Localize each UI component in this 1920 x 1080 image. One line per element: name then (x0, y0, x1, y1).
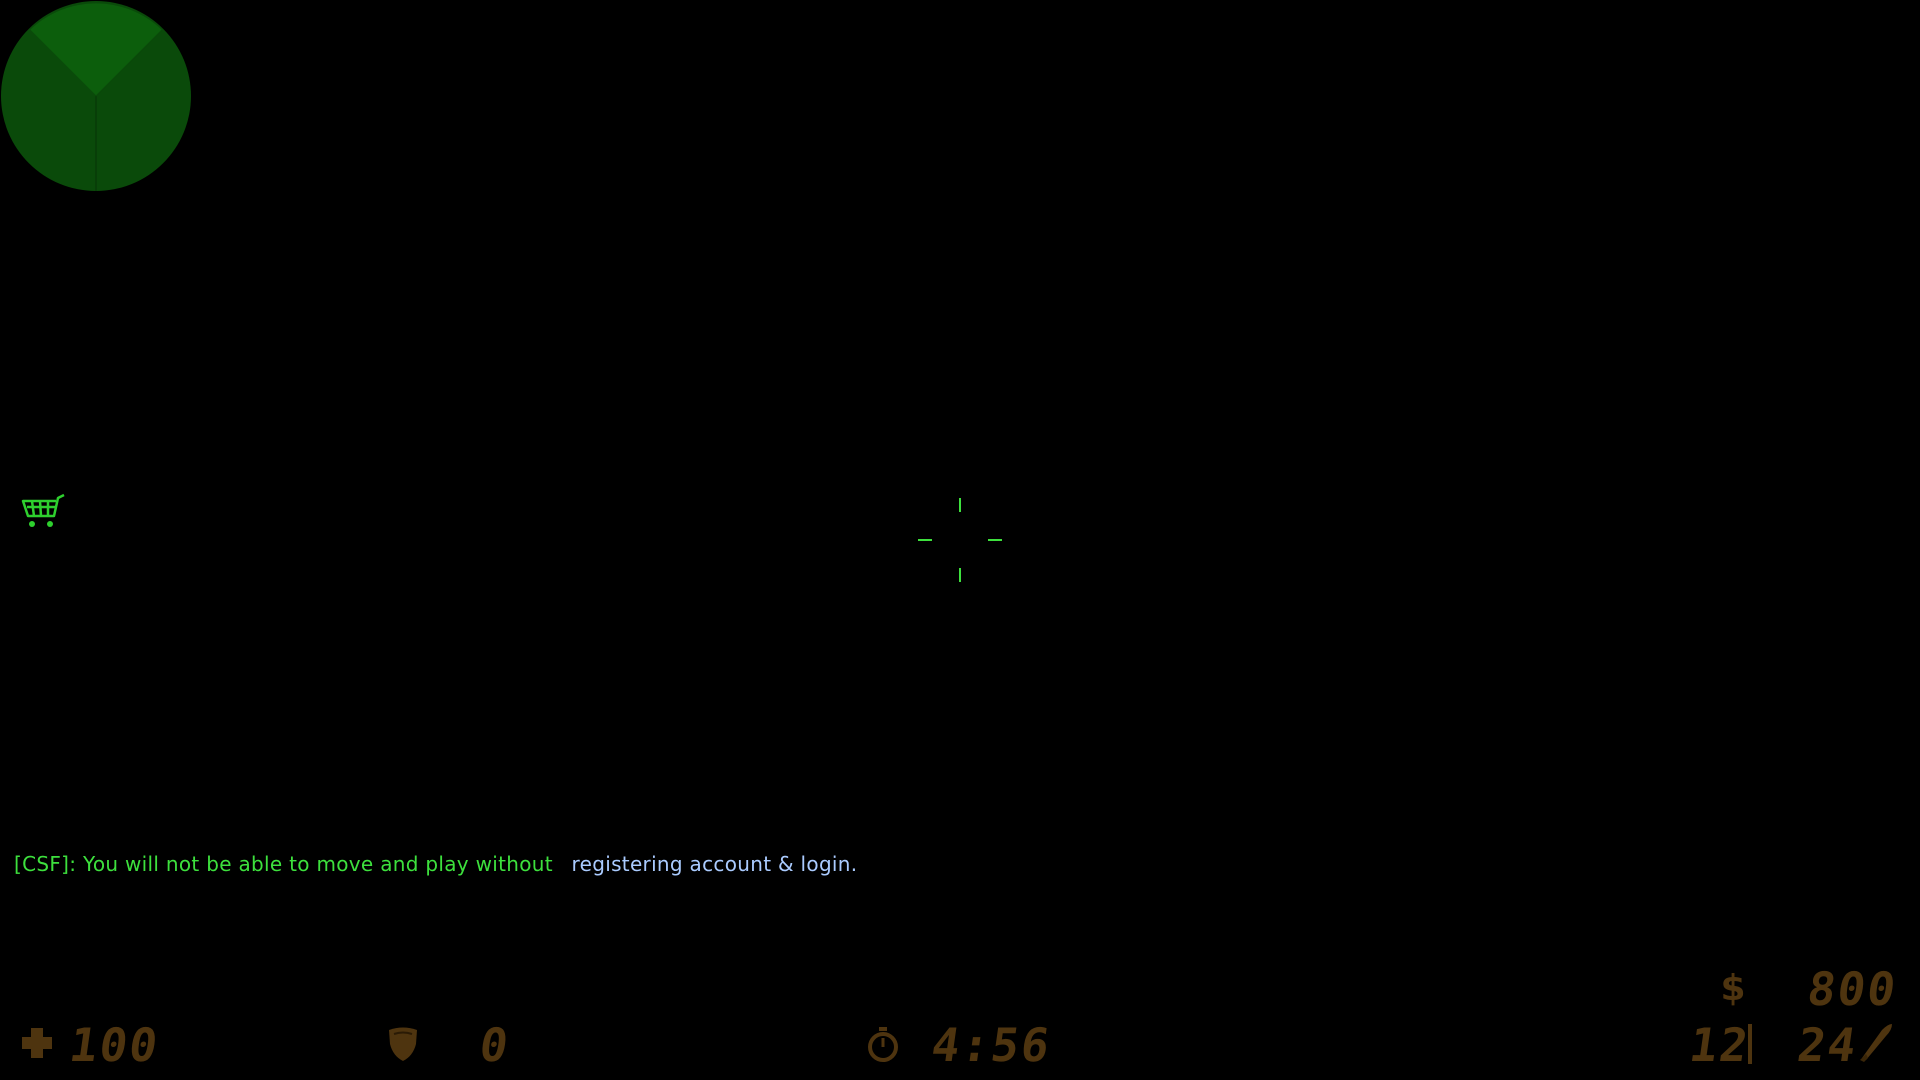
dollar-icon: $ (1720, 968, 1745, 1008)
chat-text: You will not be able to move and play wi… (82, 852, 553, 876)
svg-text:$: $ (1720, 968, 1745, 1008)
shopping-cart-icon[interactable] (20, 492, 66, 530)
chat-prefix: [CSF]: (14, 852, 77, 876)
stopwatch-icon (868, 1027, 898, 1062)
ammo-separator (1748, 1024, 1752, 1064)
armor-value: 0 (476, 1018, 514, 1072)
crosshair-icon (918, 498, 1002, 582)
bullet-icon (1860, 1024, 1892, 1062)
game-screen: [CSF]: You will not be able to move and … (0, 0, 1920, 1080)
chat-message: [CSF]: You will not be able to move and … (14, 852, 857, 876)
radar-icon (1, 1, 191, 191)
shield-icon (389, 1027, 417, 1061)
chat-highlight: registering account & login. (571, 852, 858, 876)
cross-icon (22, 1028, 52, 1058)
ammo-clip: 12 (1686, 1018, 1754, 1072)
round-timer: 4:56 (928, 1018, 1055, 1072)
money-value: 800 (1804, 962, 1901, 1016)
ammo-reserve: 24 (1794, 1018, 1862, 1072)
health-value: 100 (66, 1018, 163, 1072)
